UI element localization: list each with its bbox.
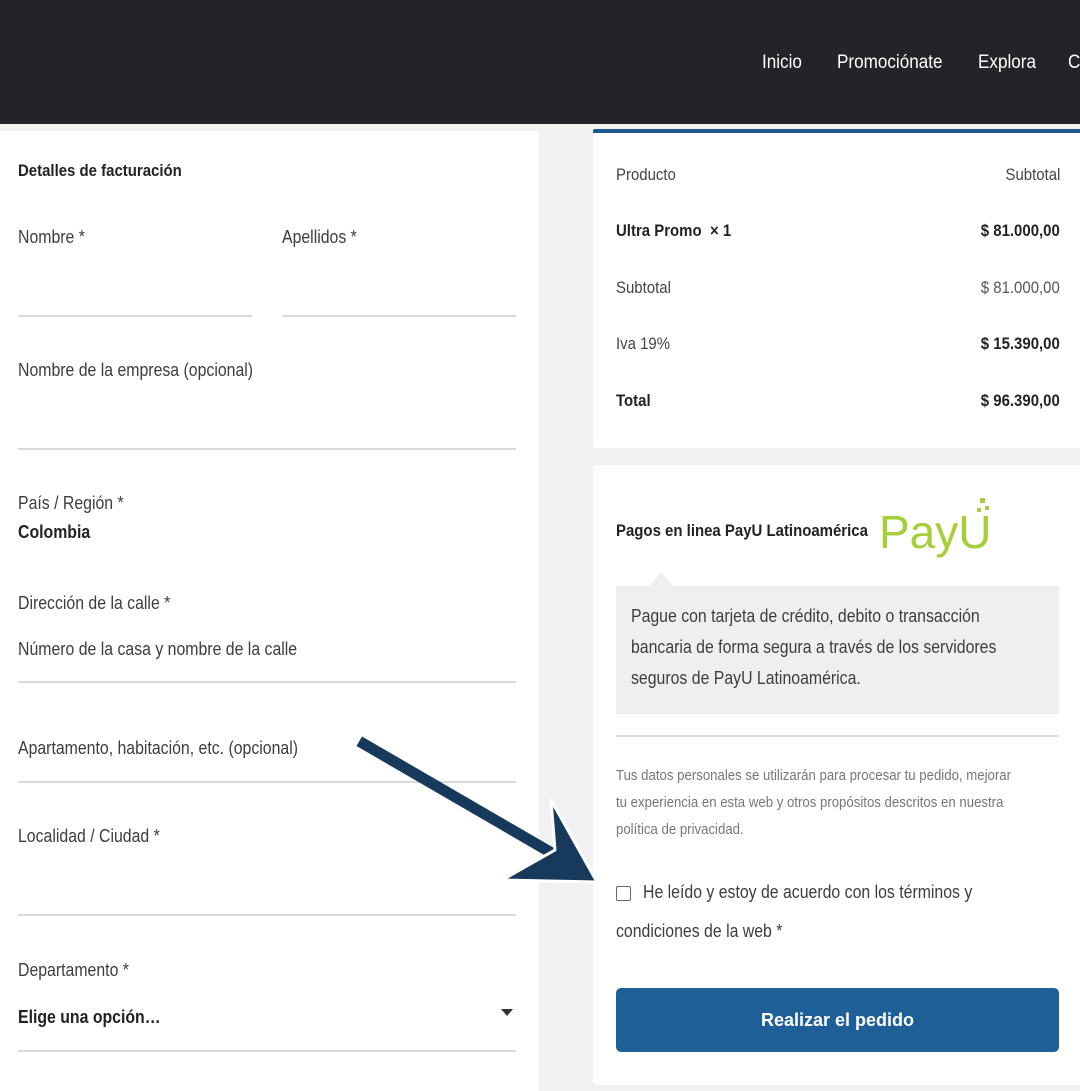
item-qty: × 1: [709, 221, 732, 240]
divider: [616, 735, 1059, 737]
payment-method-label: Pagos en linea PayU Latinoamérica: [616, 521, 868, 540]
description-pointer: [649, 572, 673, 586]
payment-description-line-3: seguros de PayU Latinoamérica.: [631, 668, 861, 688]
terms-label-line-2: condiciones de la web *: [616, 921, 783, 941]
payu-logo-text: PayU: [879, 506, 991, 558]
company-input[interactable]: [18, 448, 516, 450]
country-value: Colombia: [18, 522, 91, 542]
street-input-placeholder[interactable]: Número de la casa y nombre de la calle: [18, 639, 297, 660]
total-value: $ 96.390,00: [980, 391, 1060, 410]
nav-link-promocionate[interactable]: Promociónate: [837, 48, 943, 78]
top-navbar: Inicio Promociónate Explora C: [0, 0, 1080, 124]
terms-checkbox[interactable]: [616, 886, 631, 901]
state-select-value[interactable]: Elige una opción…: [18, 1007, 161, 1028]
company-label: Nombre de la empresa (opcional): [18, 360, 254, 380]
nav-link-explora[interactable]: Explora: [978, 48, 1036, 78]
item-name-text: Ultra Promo: [616, 221, 702, 240]
chevron-down-icon[interactable]: [500, 1008, 514, 1017]
nav-link-truncated[interactable]: C: [1068, 48, 1080, 78]
place-order-button[interactable]: Realizar el pedido: [616, 988, 1059, 1052]
last-name-input[interactable]: [282, 315, 516, 317]
main-nav: Inicio Promociónate Explora C: [0, 48, 1080, 78]
col-subtotal-header: Subtotal: [1005, 165, 1060, 184]
tax-value: $ 15.390,00: [980, 334, 1060, 353]
street-input[interactable]: [18, 681, 516, 683]
tax-label: Iva 19%: [616, 334, 671, 353]
nav-link-inicio[interactable]: Inicio: [762, 48, 802, 78]
apartment-input-placeholder[interactable]: Apartamento, habitación, etc. (opcional): [18, 738, 298, 759]
item-total: $ 81.000,00: [980, 221, 1060, 240]
state-label: Departamento *: [18, 960, 129, 980]
country-label: País / Región *: [18, 493, 124, 513]
city-label: Localidad / Ciudad *: [18, 826, 160, 846]
terms-label-line-1: He leído y estoy de acuerdo con los térm…: [643, 882, 973, 902]
privacy-text-line-2: tu experiencia en esta web y otros propó…: [616, 794, 1004, 811]
state-select[interactable]: [18, 1050, 516, 1052]
total-label: Total: [616, 391, 651, 410]
first-name-label: Nombre *: [18, 227, 85, 247]
payu-logo: PayU: [879, 498, 991, 558]
city-input[interactable]: [18, 914, 516, 916]
col-product-header: Producto: [616, 165, 676, 184]
first-name-input[interactable]: [18, 315, 252, 317]
last-name-label: Apellidos *: [282, 227, 357, 247]
subtotal-label: Subtotal: [616, 278, 671, 297]
payment-description-line-1: Pague con tarjeta de crédito, debito o t…: [631, 606, 980, 626]
privacy-text-line-1: Tus datos personales se utilizarán para …: [616, 767, 1011, 784]
street-label: Dirección de la calle *: [18, 593, 171, 613]
item-name: Ultra Promo × 1: [616, 221, 731, 241]
place-order-label: Realizar el pedido: [760, 1010, 915, 1030]
subtotal-value: $ 81.000,00: [980, 278, 1060, 297]
privacy-policy-link[interactable]: política de privacidad.: [616, 821, 744, 838]
annotation-arrow-icon: [356, 736, 599, 884]
payment-description-line-2: bancaria de forma segura a través de los…: [631, 637, 997, 657]
billing-title: Detalles de facturación: [18, 161, 182, 180]
